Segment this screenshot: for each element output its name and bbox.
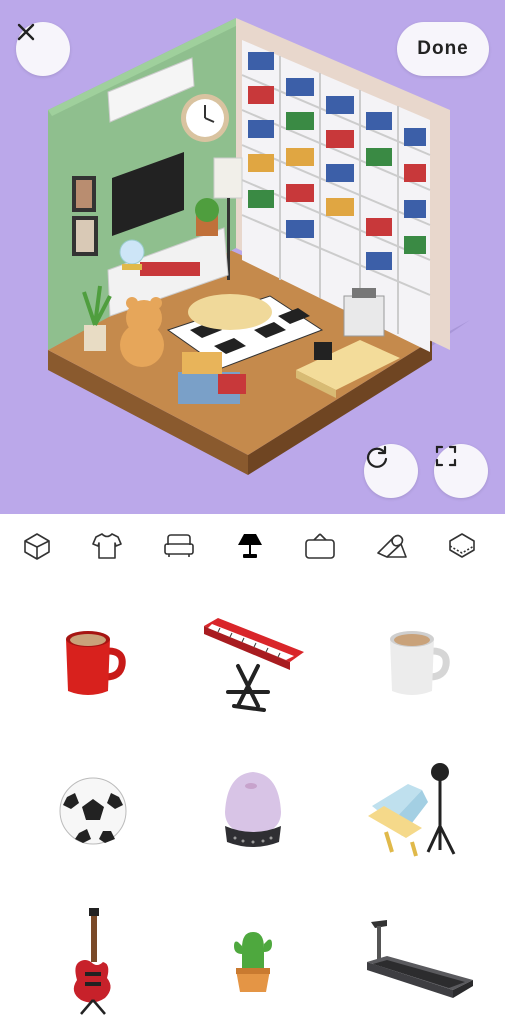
tab-other[interactable] [442,528,482,568]
close-button[interactable] [16,22,70,76]
white-mug-icon [382,621,452,706]
guitar-icon [63,906,123,1021]
frame-icon [304,532,336,565]
red-mug-icon [58,621,128,706]
item-treadmill[interactable] [352,898,482,1028]
layers-icon [448,532,476,565]
egg-lamp-icon [221,766,285,861]
shirt-icon [92,532,122,565]
studio-chair-icon [362,756,472,871]
room-preview[interactable]: Done [0,0,505,514]
cactus-icon [228,926,278,1001]
item-keyboard-synth[interactable] [188,598,318,728]
item-cactus-plant[interactable] [188,898,318,1028]
item-electric-guitar[interactable] [28,898,158,1028]
soccer-ball-icon [57,775,129,852]
lamp-icon [235,532,265,565]
keyboard-icon [198,606,308,721]
item-white-mug[interactable] [352,598,482,728]
tab-wall-decor[interactable] [300,528,340,568]
item-soccer-ball[interactable] [28,748,158,878]
item-grid [0,582,505,1024]
fullscreen-button[interactable] [434,444,488,498]
tab-floor[interactable] [371,528,411,568]
tab-wallpaper[interactable] [87,528,127,568]
item-red-mug[interactable] [28,598,158,728]
rotate-button[interactable] [364,444,418,498]
item-photo-studio-chair[interactable] [352,748,482,878]
done-button[interactable]: Done [397,22,489,76]
sofa-icon [163,533,195,564]
item-egg-lamp[interactable] [188,748,318,878]
cube-icon [23,532,51,565]
category-tab-bar [0,514,505,582]
tab-lamps[interactable] [230,528,270,568]
tab-room[interactable] [17,528,57,568]
room-illustration [48,18,470,475]
rug-icon [374,533,408,564]
treadmill-icon [357,916,477,1011]
tab-furniture[interactable] [159,528,199,568]
